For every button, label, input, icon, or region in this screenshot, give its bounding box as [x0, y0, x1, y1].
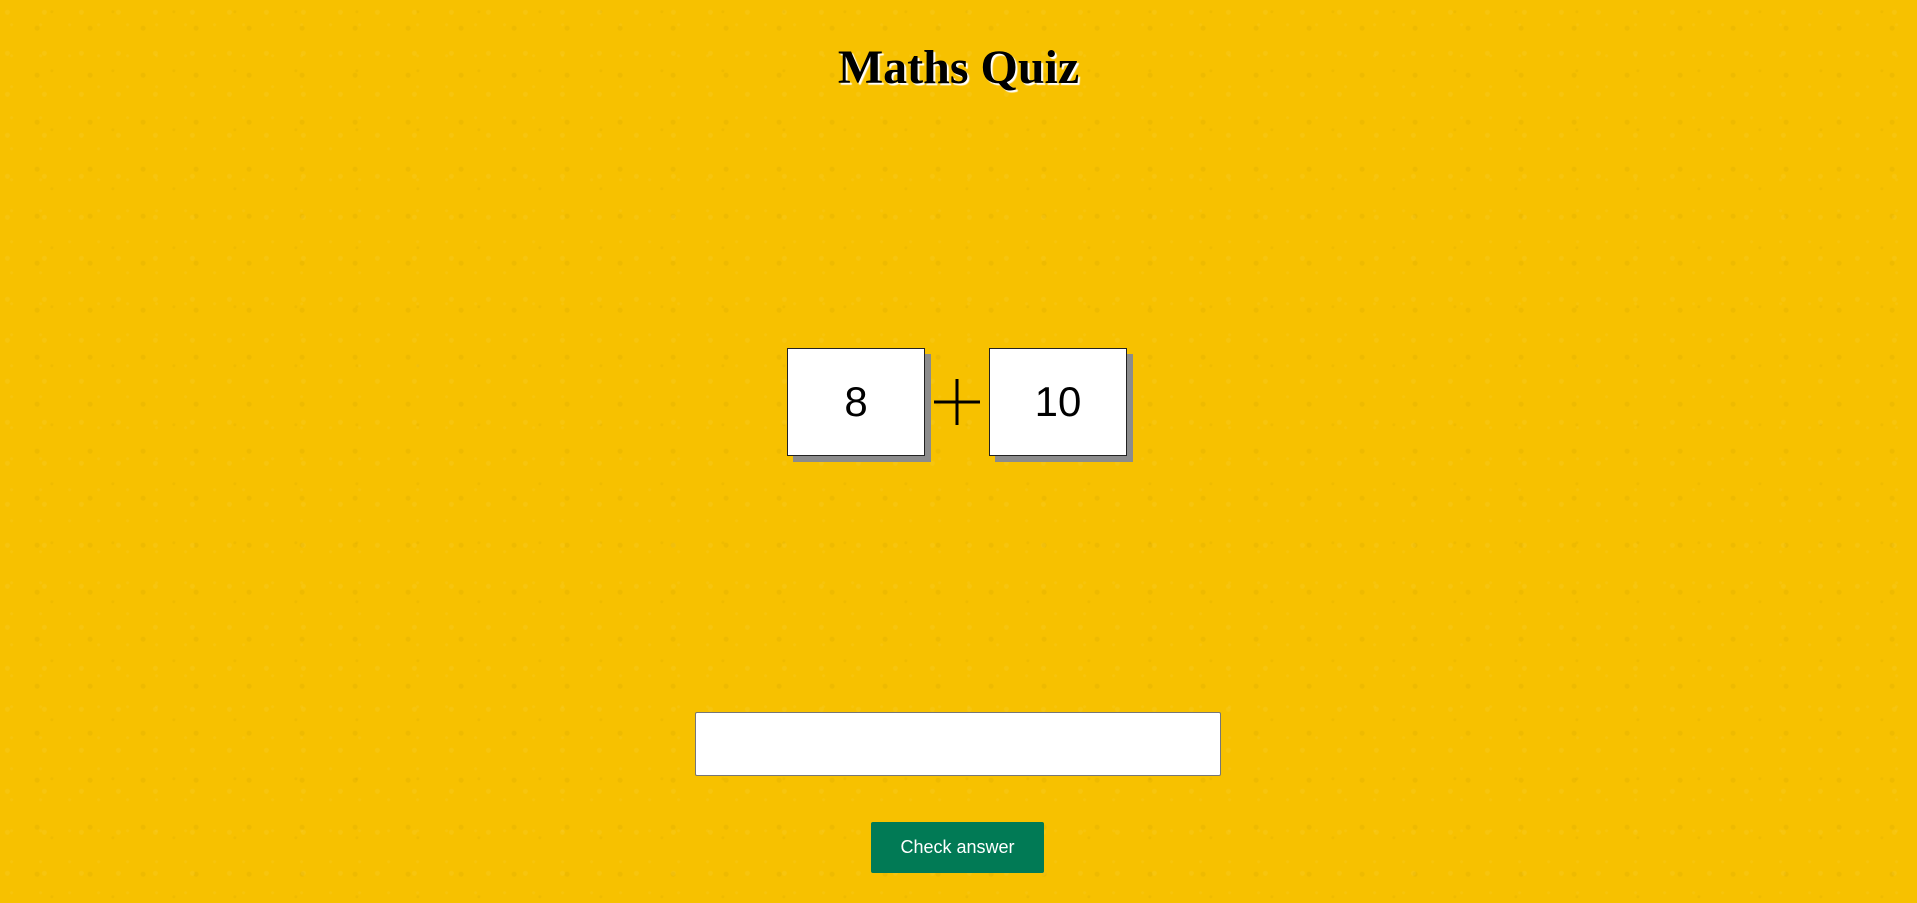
right-operand-card: 10	[989, 348, 1127, 456]
left-operand-card: 8	[787, 348, 925, 456]
plus-icon	[925, 348, 989, 456]
right-operand-value: 10	[1034, 378, 1082, 425]
left-operand-value: 8	[844, 378, 868, 425]
equation: 8 10	[787, 348, 1127, 456]
page-title: Maths Quiz	[837, 41, 1080, 94]
answer-input[interactable]	[695, 712, 1221, 776]
check-answer-button[interactable]: Check answer	[871, 822, 1044, 873]
